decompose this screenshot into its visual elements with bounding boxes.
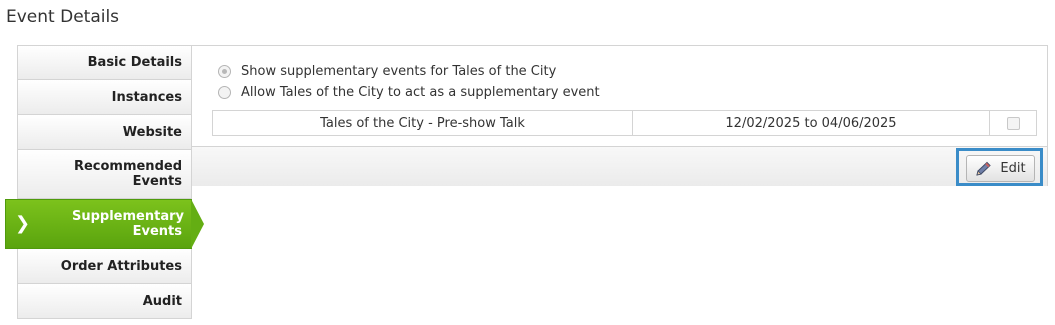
edit-button-highlight: Edit bbox=[956, 148, 1043, 186]
sidebar-item-label: Website bbox=[122, 124, 182, 140]
event-name-cell: Tales of the City - Pre-show Talk bbox=[212, 110, 633, 136]
sidebar-item-recommended-events[interactable]: Recommended Events bbox=[17, 150, 192, 199]
row-checkbox[interactable] bbox=[1006, 116, 1020, 130]
sidebar-item-basic-details[interactable]: Basic Details bbox=[17, 45, 192, 80]
sidebar-item-label: Supplementary Events bbox=[72, 209, 184, 239]
event-dates-cell: 12/02/2025 to 04/06/2025 bbox=[632, 110, 990, 136]
radio-label: Allow Tales of the City to act as a supp… bbox=[241, 85, 600, 100]
edit-button-label: Edit bbox=[1000, 161, 1026, 176]
sidebar-item-label: Order Attributes bbox=[60, 258, 182, 274]
sidebar-item-website[interactable]: Website bbox=[17, 115, 192, 150]
supplementary-events-panel: Show supplementary events for Tales of t… bbox=[191, 45, 1048, 186]
supplementary-events-table: Tales of the City - Pre-show Talk 12/02/… bbox=[212, 110, 1037, 136]
sidebar-item-audit[interactable]: Audit bbox=[17, 284, 192, 319]
radio-label: Show supplementary events for Tales of t… bbox=[241, 64, 557, 79]
radio-option-show-supplementary[interactable]: Show supplementary events for Tales of t… bbox=[218, 64, 556, 79]
sidebar-item-label: Audit bbox=[142, 293, 182, 309]
sidebar-item-label: Recommended Events bbox=[73, 159, 182, 189]
edit-button[interactable]: Edit bbox=[966, 155, 1035, 182]
sidebar-item-order-attributes[interactable]: Order Attributes bbox=[17, 249, 192, 284]
chevron-right-icon: ❯ bbox=[15, 213, 31, 234]
sidebar-item-instances[interactable]: Instances bbox=[17, 80, 192, 115]
radio-button[interactable] bbox=[218, 65, 231, 78]
sidebar: Basic Details Instances Website Recommen… bbox=[5, 45, 204, 319]
radio-button[interactable] bbox=[218, 86, 231, 99]
table-row: Tales of the City - Pre-show Talk 12/02/… bbox=[212, 110, 1037, 136]
sidebar-item-label: Basic Details bbox=[87, 55, 182, 70]
sidebar-item-label: Instances bbox=[111, 89, 182, 105]
sidebar-item-supplementary-events[interactable]: ❯ Supplementary Events bbox=[5, 199, 204, 249]
radio-option-allow-supplementary[interactable]: Allow Tales of the City to act as a supp… bbox=[218, 85, 600, 100]
page-title: Event Details bbox=[6, 7, 120, 27]
select-cell bbox=[989, 110, 1037, 136]
panel-footer: Edit bbox=[192, 146, 1047, 186]
pencil-icon bbox=[976, 161, 992, 176]
